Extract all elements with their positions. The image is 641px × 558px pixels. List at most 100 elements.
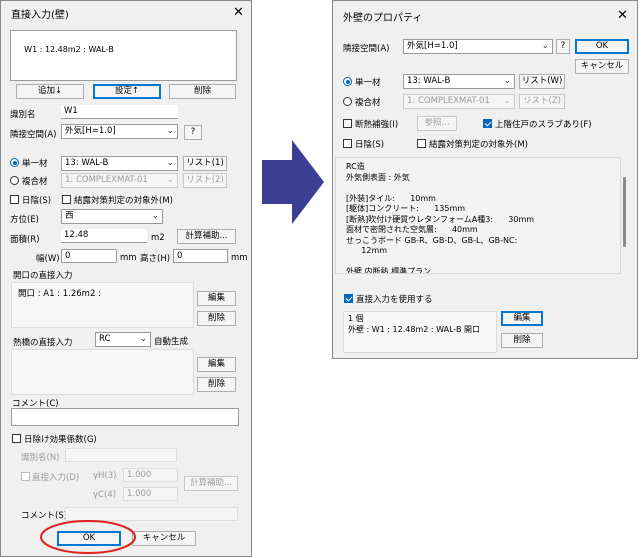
chevron-down-icon: ⌄ bbox=[541, 41, 549, 51]
condensation-label: 結露対策判定の対象外(M) bbox=[429, 140, 528, 150]
composite-material-value: 1: COMPLEXMAT-01 bbox=[407, 96, 490, 106]
area-label: 面積(R) bbox=[10, 235, 40, 245]
adjacent-value: 外気[H=1.0] bbox=[407, 41, 458, 51]
upper-slab-label: 上階住戸のスラブあり(F) bbox=[495, 120, 592, 130]
auto-generate-label[interactable]: 自動生成 bbox=[154, 335, 188, 347]
orientation-select[interactable]: 西 ⌄ bbox=[61, 209, 163, 224]
condensation-label: 結露対策判定の対象外(M) bbox=[74, 196, 173, 206]
width-label: 幅(W) bbox=[36, 254, 60, 264]
adjacent-label: 隣接空間(A) bbox=[10, 130, 57, 140]
single-material-select[interactable]: 13: WAL-B ⌄ bbox=[61, 156, 178, 171]
direct-input-summary: 1 個 外壁 : W1 : 12.48m2 : WAL-B 開口 bbox=[343, 311, 497, 353]
comment-field[interactable] bbox=[11, 408, 239, 426]
height-label: 高さ(H) bbox=[140, 254, 171, 264]
shade-label: 日陰(S) bbox=[355, 140, 385, 150]
chevron-down-icon: ⌄ bbox=[503, 76, 511, 86]
adjacent-value: 外気[H=1.0] bbox=[65, 126, 116, 136]
use-direct-input-checkbox[interactable] bbox=[344, 294, 353, 303]
adjacent-select[interactable]: 外気[H=1.0] ⌄ bbox=[61, 124, 178, 139]
composite-material-radio[interactable] bbox=[10, 176, 19, 185]
ok-button[interactable]: OK bbox=[575, 39, 629, 54]
orientation-label: 方位(E) bbox=[10, 215, 40, 225]
chevron-down-icon: ⌄ bbox=[166, 126, 174, 136]
thermal-bridge-list[interactable] bbox=[11, 349, 194, 395]
single-material-radio[interactable] bbox=[343, 77, 352, 86]
area-field[interactable]: 12.48 bbox=[61, 229, 147, 243]
direct-input-dialog: 直接入力(壁) ✕ W1 : 12.48m2 : WAL-B 追加↓ 設定↑ 削… bbox=[0, 0, 252, 557]
id-label: 識別名 bbox=[10, 110, 36, 120]
id-field[interactable]: W1 bbox=[61, 105, 178, 119]
material-info-panel[interactable]: RC造 外気側表面 : 外気 [外装]タイル: 10mm [躯体]コンクリート:… bbox=[335, 157, 621, 274]
calc-assist-button[interactable]: 計算補助... bbox=[177, 229, 236, 244]
insulation-label: 断熱補強(I) bbox=[355, 120, 399, 130]
height-field[interactable]: 0 bbox=[173, 249, 228, 263]
direct-input-label: 直接入力(D) bbox=[32, 473, 80, 483]
single-material-select[interactable]: 13: WAL-B ⌄ bbox=[403, 74, 515, 89]
chevron-down-icon: ⌄ bbox=[139, 334, 147, 344]
composite-material-label: 複合材 bbox=[22, 177, 48, 187]
composite-material-radio[interactable] bbox=[343, 97, 352, 106]
list-z-button[interactable]: リスト(Z) bbox=[519, 94, 565, 109]
opening-item[interactable]: 開口 : A1 : 1.26m2 : bbox=[18, 287, 101, 299]
yc-field[interactable]: 1.000 bbox=[123, 487, 178, 501]
chevron-down-icon: ⌄ bbox=[166, 158, 174, 168]
width-unit: mm bbox=[120, 253, 137, 263]
delete-button[interactable]: 削除 bbox=[169, 84, 236, 99]
composite-material-value: 1: COMPLEXMAT-01 bbox=[65, 175, 148, 185]
opening-edit-button[interactable]: 編集 bbox=[197, 291, 236, 306]
opening-delete-button[interactable]: 削除 bbox=[197, 311, 236, 326]
insulation-checkbox[interactable] bbox=[343, 119, 352, 128]
list-w-button[interactable]: リスト(W) bbox=[519, 74, 565, 89]
list2-button[interactable]: リスト(2) bbox=[183, 173, 227, 188]
sun-id-label: 識別名(N) bbox=[21, 453, 60, 463]
single-material-label: 単一材 bbox=[355, 78, 381, 88]
dialog-title: 直接入力(壁) bbox=[11, 10, 69, 21]
shade-checkbox[interactable] bbox=[10, 195, 19, 204]
adjacent-select[interactable]: 外気[H=1.0] ⌄ bbox=[403, 39, 553, 54]
condensation-checkbox[interactable] bbox=[62, 195, 71, 204]
single-material-label: 単一材 bbox=[22, 159, 48, 169]
thermal-edit-button[interactable]: 編集 bbox=[197, 357, 236, 372]
opening-label: 開口の直接入力 bbox=[13, 271, 73, 281]
close-icon[interactable]: ✕ bbox=[617, 9, 628, 22]
thermal-bridge-select[interactable]: RC ⌄ bbox=[95, 332, 151, 347]
edit-button[interactable]: 編集 bbox=[501, 311, 543, 326]
help-button[interactable]: ? bbox=[184, 125, 202, 140]
help-button[interactable]: ? bbox=[556, 39, 570, 54]
shade-label: 日陰(S) bbox=[22, 196, 52, 206]
delete-button[interactable]: 削除 bbox=[501, 333, 543, 348]
yh-field[interactable]: 1.000 bbox=[123, 468, 178, 482]
composite-material-select[interactable]: 1: COMPLEXMAT-01 ⌄ bbox=[61, 173, 178, 188]
calc-assist-button-2[interactable]: 計算補助... bbox=[184, 476, 238, 491]
direct-input-checkbox[interactable] bbox=[21, 472, 30, 481]
wall-properties-dialog: 外壁のプロパティ ✕ 隣接空間(A) 外気[H=1.0] ⌄ ? OK キャンセ… bbox=[332, 0, 638, 359]
shade-checkbox[interactable] bbox=[343, 139, 352, 148]
composite-material-label: 複合材 bbox=[355, 98, 381, 108]
condensation-checkbox[interactable] bbox=[417, 139, 426, 148]
sun-id-field[interactable] bbox=[65, 448, 177, 462]
width-field[interactable]: 0 bbox=[61, 249, 117, 263]
info-scrollbar[interactable] bbox=[623, 177, 626, 247]
add-button[interactable]: 追加↓ bbox=[16, 84, 84, 99]
wall-list[interactable]: W1 : 12.48m2 : WAL-B bbox=[10, 30, 237, 81]
composite-material-select[interactable]: 1: COMPLEXMAT-01 ⌄ bbox=[403, 94, 515, 109]
reference-button[interactable]: 参照... bbox=[417, 116, 457, 131]
adjacent-label: 隣接空間(A) bbox=[343, 44, 390, 54]
wall-list-item[interactable]: W1 : 12.48m2 : WAL-B bbox=[24, 45, 114, 54]
thermal-delete-button[interactable]: 削除 bbox=[197, 377, 236, 392]
height-unit: mm bbox=[231, 253, 248, 263]
sunshade-checkbox[interactable] bbox=[12, 434, 21, 443]
set-button[interactable]: 設定↑ bbox=[93, 84, 161, 99]
thermal-bridge-value: RC bbox=[99, 334, 111, 344]
single-material-radio[interactable] bbox=[10, 158, 19, 167]
chevron-down-icon: ⌄ bbox=[151, 211, 159, 221]
cancel-button[interactable]: キャンセル bbox=[575, 59, 629, 74]
cancel-button[interactable]: キャンセル bbox=[132, 531, 196, 546]
dialog-title: 外壁のプロパティ bbox=[343, 13, 423, 24]
area-unit: m2 bbox=[151, 233, 165, 243]
list1-button[interactable]: リスト(1) bbox=[183, 156, 227, 171]
opening-list[interactable]: 開口 : A1 : 1.26m2 : bbox=[11, 282, 194, 328]
close-icon[interactable]: ✕ bbox=[233, 6, 244, 19]
upper-slab-checkbox[interactable] bbox=[483, 119, 492, 128]
ok-highlight-ellipse bbox=[40, 520, 136, 554]
